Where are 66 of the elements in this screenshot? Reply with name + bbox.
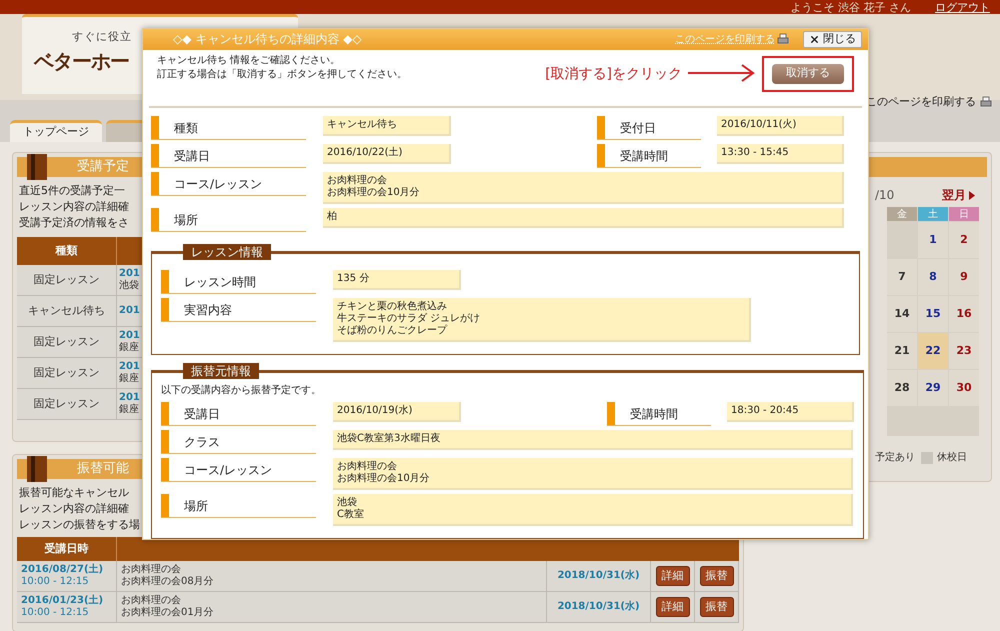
field-label: 受講時間 [597, 144, 701, 168]
panel-title: 振替可能 [77, 460, 129, 478]
field-value: キャンセル待ち [323, 116, 451, 136]
modal-title: ◇◆ キャンセル待ちの詳細内容 ◆◇ [173, 31, 362, 48]
table-cell: 固定レッスン [17, 265, 117, 295]
legend-label: 休校日 [937, 450, 967, 465]
table-cell: お肉料理の会 お肉料理の会01月分 [117, 592, 547, 622]
field-value: 135 分 [333, 270, 461, 290]
table-cell: お肉料理の会 お肉料理の会08月分 [117, 561, 547, 591]
panel-text: 受講予定済の情報をさ [19, 215, 129, 231]
field-label: コース/レッスン [151, 172, 306, 196]
table-cell: 2018/10/31(水) [547, 592, 651, 622]
field-label: クラス [161, 430, 316, 454]
table-cell-text: 201 銀座 [118, 329, 140, 355]
table-cell-text: 201 銀座 [118, 391, 140, 417]
table-cell: 2016/08/27(土) 10:00 - 12:15 [17, 561, 117, 591]
table-cell: 固定レッスン [17, 389, 117, 419]
welcome-text: ようこそ 渋谷 花子 さん [790, 2, 911, 12]
panel-text: レッスン内容の詳細確 [19, 501, 129, 517]
table-cell: 固定レッスン [17, 358, 117, 388]
logo-tagline: すぐに役立 [72, 29, 132, 45]
field-label: 受付日 [597, 116, 701, 140]
field-label: 場所 [151, 208, 306, 232]
month-label: /10 [875, 187, 894, 204]
field-label: 実習内容 [161, 298, 316, 322]
section-note: 以下の受講内容から振替予定です。 [161, 384, 321, 398]
field-label: コース/レッスン [161, 458, 316, 482]
field-value: 池袋C教室第3水曜日夜 [333, 430, 853, 450]
table-cell: キャンセル待ち [17, 296, 117, 326]
field-value: 18:30 - 20:45 [727, 402, 854, 422]
table-cell: 固定レッスン [17, 327, 117, 357]
legend-label: 予定あり [875, 450, 915, 465]
field-label: 受講日 [151, 144, 306, 168]
instruction-text: キャンセル待ち 情報をご確認ください。 [157, 54, 340, 68]
field-value: 2016/10/19(水) [333, 402, 461, 422]
field-value: お肉料理の会 お肉料理の会10月分 [323, 172, 844, 204]
table-cell-text: 201 銀座 [118, 360, 140, 386]
logo: ベターホー [34, 48, 129, 74]
field-value: 2016/10/22(土) [323, 144, 451, 164]
field-label: 受講時間 [607, 402, 711, 426]
panel-title: 受講予定 [77, 158, 129, 176]
field-label: 場所 [161, 494, 316, 518]
instruction-text: 訂正する場合は「取消する」ボタンを押してください。 [157, 68, 407, 82]
section-title: レッスン情報 [183, 244, 271, 260]
field-value: 柏 [323, 208, 844, 228]
panel-text: レッスン内容の詳細確 [19, 199, 129, 215]
table-cell: 2018/10/31(水) [547, 561, 651, 591]
annotation-text: [取消する]をクリック [545, 64, 682, 84]
weekday-header: 日 [949, 207, 979, 221]
field-value: 池袋 C教室 [333, 494, 853, 526]
field-label: 受講日 [161, 402, 316, 426]
field-label: レッスン時間 [161, 270, 316, 294]
table-cell-text: 201 [118, 304, 140, 318]
table-cell-text: 201 池袋 [118, 267, 140, 293]
panel-text: 直近5件の受講予定一 [19, 183, 125, 199]
field-value: お肉料理の会 お肉料理の会10月分 [333, 458, 853, 490]
table-cell: 2016/01/23(土) 10:00 - 12:15 [17, 592, 117, 622]
field-value: 2016/10/11(火) [717, 116, 844, 136]
weekday-header: 土 [918, 207, 948, 221]
field-value: 13:30 - 15:45 [717, 144, 844, 164]
field-value: チキンと栗の秋色煮込み 牛ステーキのサラダ ジュレがけ そば粉のりんごクレープ [333, 298, 751, 342]
panel-text: レッスンの振替をする場 [19, 517, 140, 533]
weekday-header: 金 [887, 207, 917, 221]
section-title: 振替元情報 [183, 363, 259, 379]
field-label: 種類 [151, 116, 306, 140]
panel-text: 振替可能なキャンセル [19, 485, 129, 501]
